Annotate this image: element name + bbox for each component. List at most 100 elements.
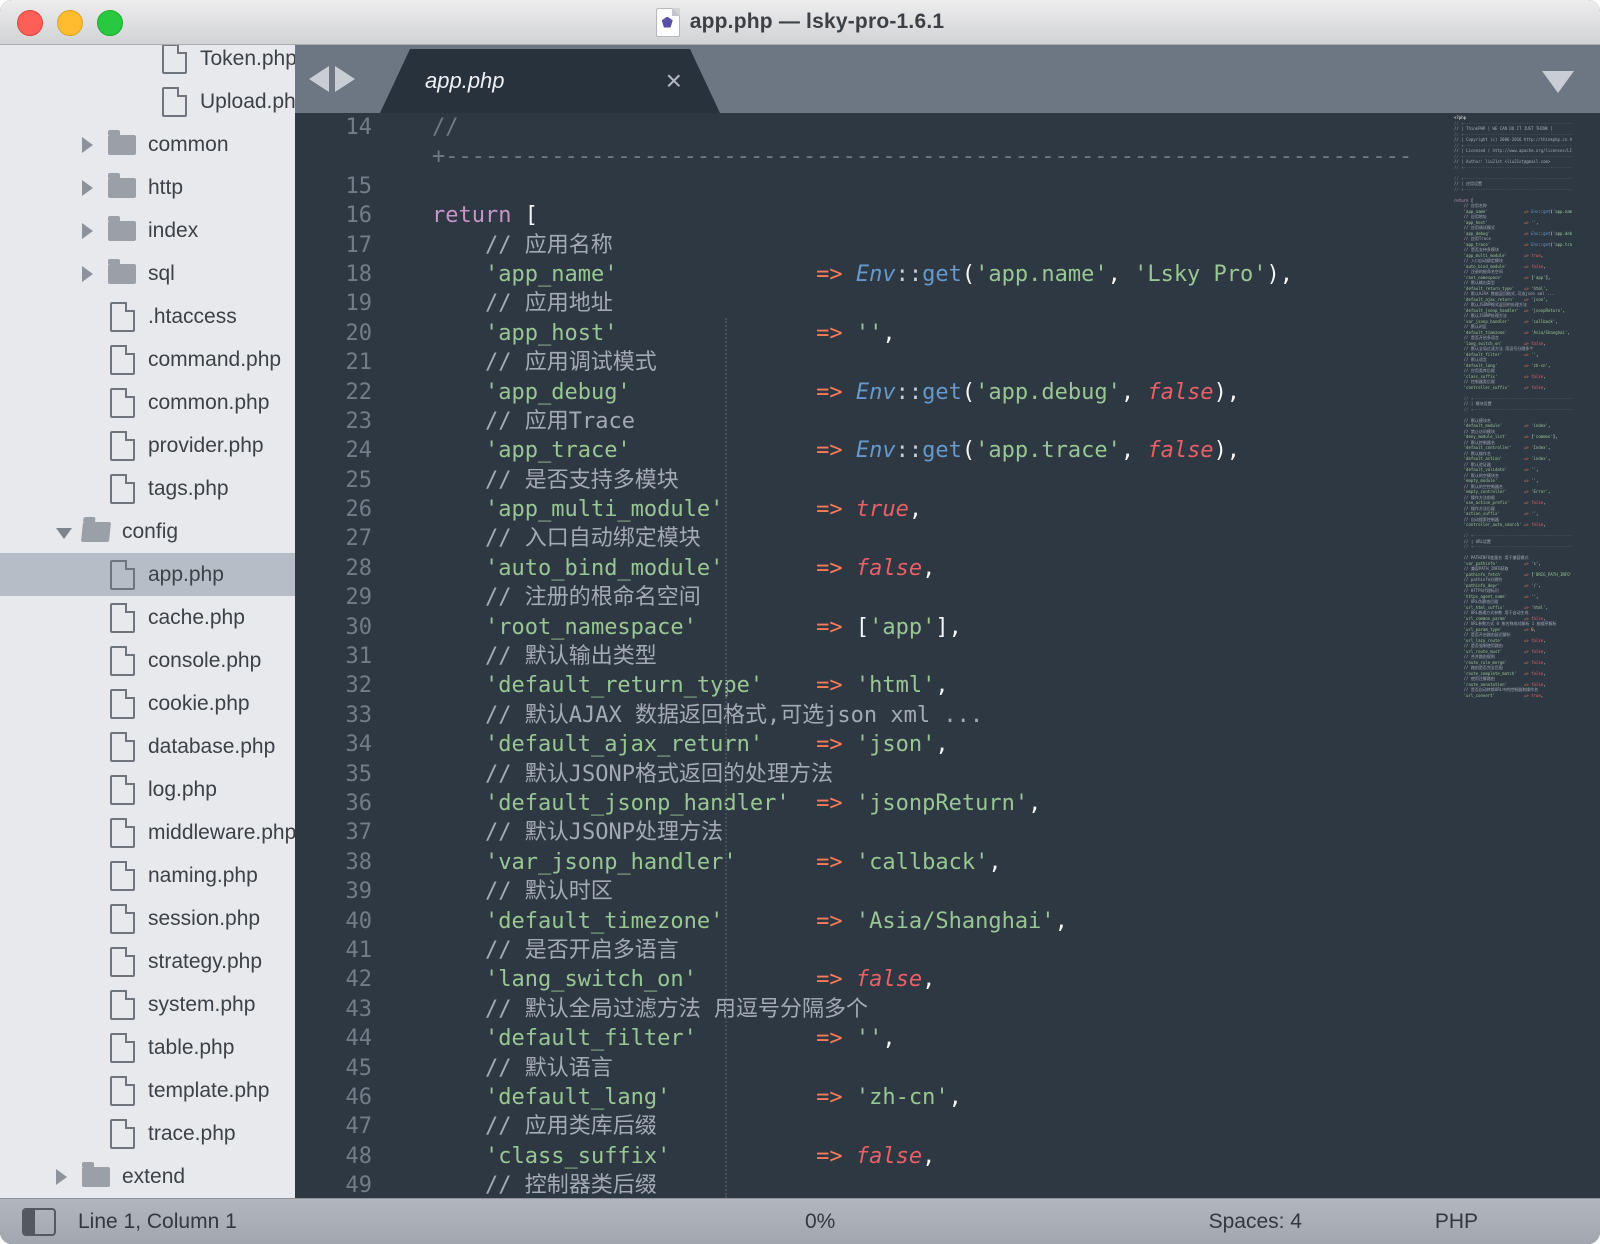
line-content[interactable]: // 默认时区 bbox=[432, 877, 613, 906]
line-content[interactable]: 'default_timezone' => 'Asia/Shanghai', bbox=[432, 907, 1068, 936]
line-content[interactable]: +---------------------------------------… bbox=[432, 142, 1412, 171]
line-content[interactable]: 'default_lang' => 'zh-cn', bbox=[432, 1083, 962, 1112]
tab-overflow-dropdown-icon[interactable] bbox=[1542, 71, 1574, 93]
sidebar-item-sql[interactable]: sql bbox=[0, 252, 295, 295]
sidebar-item-database.php[interactable]: database.php bbox=[0, 725, 295, 768]
code-area[interactable]: 14 // +---------------------------------… bbox=[295, 113, 1600, 1198]
sidebar-item-upload.php[interactable]: Upload.php bbox=[0, 80, 295, 123]
code-line-22[interactable]: 22 'app_debug' => Env::get('app.debug', … bbox=[295, 378, 1450, 407]
code-line-31[interactable]: 31 // 默认输出类型 bbox=[295, 642, 1450, 671]
line-content[interactable]: 'app_host' => '', bbox=[432, 319, 896, 348]
disclosure-triangle-icon[interactable] bbox=[82, 137, 108, 153]
code-line-24[interactable]: 24 'app_trace' => Env::get('app.trace', … bbox=[295, 436, 1450, 465]
code-line-37[interactable]: 37 // 默认JSONP处理方法 bbox=[295, 818, 1450, 847]
disclosure-triangle-icon[interactable] bbox=[56, 525, 82, 539]
sidebar-item-tags.php[interactable]: tags.php bbox=[0, 467, 295, 510]
line-content[interactable]: // 应用名称 bbox=[432, 231, 613, 260]
code-lines[interactable]: 14 // +---------------------------------… bbox=[295, 113, 1450, 1198]
code-line-41[interactable]: 41 // 是否开启多语言 bbox=[295, 936, 1450, 965]
code-line-40[interactable]: 40 'default_timezone' => 'Asia/Shanghai'… bbox=[295, 907, 1450, 936]
sidebar-item-config[interactable]: config bbox=[0, 510, 295, 553]
close-window-button[interactable] bbox=[17, 10, 43, 36]
code-line-wrap[interactable]: +---------------------------------------… bbox=[295, 142, 1450, 171]
sidebar-item-middleware.php[interactable]: middleware.php bbox=[0, 811, 295, 854]
next-tab-icon[interactable] bbox=[335, 66, 355, 92]
code-line-30[interactable]: 30 'root_namespace' => ['app'], bbox=[295, 613, 1450, 642]
tab-close-icon[interactable]: × bbox=[666, 67, 682, 95]
code-line-44[interactable]: 44 'default_filter' => '', bbox=[295, 1024, 1450, 1053]
sidebar-item-http[interactable]: http bbox=[0, 166, 295, 209]
line-content[interactable]: 'app_name' => Env::get('app.name', 'Lsky… bbox=[432, 260, 1293, 289]
sidebar-item-system.php[interactable]: system.php bbox=[0, 983, 295, 1026]
line-content[interactable]: // 默认输出类型 bbox=[432, 642, 657, 671]
sidebar-item-app.php[interactable]: app.php bbox=[0, 553, 295, 596]
sidebar-item-provider.php[interactable]: provider.php bbox=[0, 424, 295, 467]
sidebar-item-console.php[interactable]: console.php bbox=[0, 639, 295, 682]
code-line-19[interactable]: 19 // 应用地址 bbox=[295, 289, 1450, 318]
line-content[interactable]: 'app_multi_module' => true, bbox=[432, 495, 922, 524]
line-content[interactable]: // 默认AJAX 数据返回格式,可选json xml ... bbox=[432, 701, 983, 730]
line-content[interactable]: // 是否开启多语言 bbox=[432, 936, 679, 965]
line-content[interactable]: 'auto_bind_module' => false, bbox=[432, 554, 935, 583]
code-line-26[interactable]: 26 'app_multi_module' => true, bbox=[295, 495, 1450, 524]
sidebar-item-trace.php[interactable]: trace.php bbox=[0, 1112, 295, 1155]
code-line-39[interactable]: 39 // 默认时区 bbox=[295, 877, 1450, 906]
sidebar-item-cookie.php[interactable]: cookie.php bbox=[0, 682, 295, 725]
code-line-15[interactable]: 15 bbox=[295, 172, 1450, 201]
line-content[interactable]: // 应用地址 bbox=[432, 289, 613, 318]
line-content[interactable]: 'class_suffix' => false, bbox=[432, 1142, 935, 1171]
code-line-20[interactable]: 20 'app_host' => '', bbox=[295, 319, 1450, 348]
sidebar-item-common.php[interactable]: common.php bbox=[0, 381, 295, 424]
sidebar-item-index[interactable]: index bbox=[0, 209, 295, 252]
titlebar[interactable]: app.php — lsky-pro-1.6.1 bbox=[0, 0, 1600, 45]
sidebar-item-strategy.php[interactable]: strategy.php bbox=[0, 940, 295, 983]
code-line-35[interactable]: 35 // 默认JSONP格式返回的处理方法 bbox=[295, 760, 1450, 789]
line-content[interactable]: // 默认JSONP处理方法 bbox=[432, 818, 723, 847]
syntax-language[interactable]: PHP bbox=[1435, 1210, 1478, 1234]
line-content[interactable]: return [ bbox=[432, 201, 538, 230]
sidebar-item-table.php[interactable]: table.php bbox=[0, 1026, 295, 1069]
code-line-17[interactable]: 17 // 应用名称 bbox=[295, 231, 1450, 260]
line-content[interactable]: // 默认语言 bbox=[432, 1054, 613, 1083]
disclosure-triangle-icon[interactable] bbox=[82, 223, 108, 239]
code-line-47[interactable]: 47 // 应用类库后缀 bbox=[295, 1112, 1450, 1141]
disclosure-triangle-icon[interactable] bbox=[82, 180, 108, 196]
line-content[interactable]: 'default_return_type' => 'html', bbox=[432, 671, 949, 700]
line-content[interactable]: // 默认JSONP格式返回的处理方法 bbox=[432, 760, 833, 789]
sidebar-item-naming.php[interactable]: naming.php bbox=[0, 854, 295, 897]
line-content[interactable]: 'default_jsonp_handler' => 'jsonpReturn'… bbox=[432, 789, 1041, 818]
line-content[interactable]: 'default_filter' => '', bbox=[432, 1024, 896, 1053]
disclosure-triangle-icon[interactable] bbox=[56, 1169, 82, 1185]
line-content[interactable]: // 默认全局过滤方法 用逗号分隔多个 bbox=[432, 995, 868, 1024]
sidebar-item-extend[interactable]: extend bbox=[0, 1155, 295, 1198]
code-line-29[interactable]: 29 // 注册的根命名空间 bbox=[295, 583, 1450, 612]
line-content[interactable]: // 入口自动绑定模块 bbox=[432, 524, 701, 553]
sidebar-toggle-icon[interactable] bbox=[22, 1208, 56, 1236]
line-content[interactable]: // 注册的根命名空间 bbox=[432, 583, 701, 612]
code-line-45[interactable]: 45 // 默认语言 bbox=[295, 1054, 1450, 1083]
line-content[interactable]: // 应用Trace bbox=[432, 407, 635, 436]
line-content[interactable]: // 应用类库后缀 bbox=[432, 1112, 657, 1141]
zoom-window-button[interactable] bbox=[97, 10, 123, 36]
code-line-14[interactable]: 14 // bbox=[295, 113, 1450, 142]
sidebar-item-cache.php[interactable]: cache.php bbox=[0, 596, 295, 639]
disclosure-triangle-icon[interactable] bbox=[82, 266, 108, 282]
sidebar-item-template.php[interactable]: template.php bbox=[0, 1069, 295, 1112]
line-content[interactable]: 'lang_switch_on' => false, bbox=[432, 965, 935, 994]
code-line-16[interactable]: 16 return [ bbox=[295, 201, 1450, 230]
sidebar-item-command.php[interactable]: command.php bbox=[0, 338, 295, 381]
code-line-49[interactable]: 49 // 控制器类后缀 bbox=[295, 1171, 1450, 1198]
sidebar-item-session.php[interactable]: session.php bbox=[0, 897, 295, 940]
code-line-27[interactable]: 27 // 入口自动绑定模块 bbox=[295, 524, 1450, 553]
code-line-34[interactable]: 34 'default_ajax_return' => 'json', bbox=[295, 730, 1450, 759]
prev-tab-icon[interactable] bbox=[309, 66, 329, 92]
line-content[interactable]: 'var_jsonp_handler' => 'callback', bbox=[432, 848, 1002, 877]
line-content[interactable]: // 控制器类后缀 bbox=[432, 1171, 657, 1198]
code-line-32[interactable]: 32 'default_return_type' => 'html', bbox=[295, 671, 1450, 700]
line-content[interactable]: 'root_namespace' => ['app'], bbox=[432, 613, 962, 642]
code-line-33[interactable]: 33 // 默认AJAX 数据返回格式,可选json xml ... bbox=[295, 701, 1450, 730]
code-line-38[interactable]: 38 'var_jsonp_handler' => 'callback', bbox=[295, 848, 1450, 877]
sidebar-item-.htaccess[interactable]: .htaccess bbox=[0, 295, 295, 338]
line-content[interactable]: 'app_debug' => Env::get('app.debug', fal… bbox=[432, 378, 1240, 407]
line-content[interactable]: 'default_ajax_return' => 'json', bbox=[432, 730, 949, 759]
